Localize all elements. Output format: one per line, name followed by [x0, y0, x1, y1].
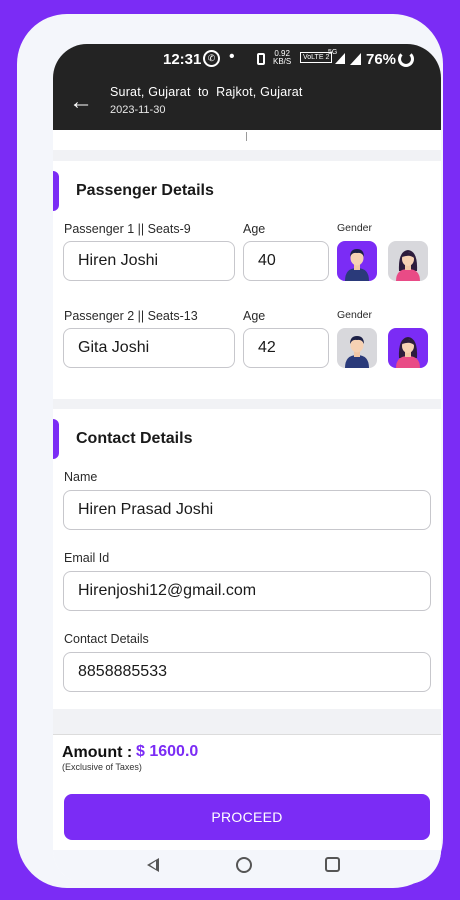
passenger-1-name-input[interactable]: Hiren Joshi — [63, 241, 235, 281]
passenger-details-card: Passenger Details Passenger 1 || Seats-9… — [53, 161, 441, 399]
passenger-1-male-button[interactable] — [337, 241, 377, 281]
tax-note: (Exclusive of Taxes) — [62, 762, 142, 772]
seat-strip — [53, 130, 441, 150]
circle-home-icon[interactable] — [236, 857, 252, 873]
email-input[interactable]: Hirenjoshi12@gmail.com — [63, 571, 431, 611]
contact-number-input[interactable]: 8858885533 — [63, 652, 431, 692]
device-frame: 12:31 ✆ • 0.92 KB/S VoLTE 2 5G 76% ← Sura… — [17, 14, 443, 888]
signal-icon — [335, 53, 345, 64]
battery-icon — [398, 51, 414, 67]
passenger-2-female-button[interactable] — [388, 328, 428, 368]
travel-date: 2023-11-30 — [110, 104, 166, 116]
status-time: 12:31 — [163, 51, 202, 68]
male-avatar-icon — [345, 249, 369, 281]
section-accent-bar — [53, 171, 59, 211]
passenger-1-female-button[interactable] — [388, 241, 428, 281]
female-avatar-icon — [396, 250, 420, 281]
amount-footer: Amount : $ 1600.0 (Exclusive of Taxes) P… — [53, 734, 441, 850]
section-accent-bar — [53, 419, 59, 459]
amount-value: $ 1600.0 — [136, 743, 199, 760]
system-nav-bar — [53, 850, 441, 884]
female-avatar-icon — [396, 337, 420, 368]
contact-name-input[interactable]: Hiren Prasad Joshi — [63, 490, 431, 530]
contact-number-label: Contact Details — [64, 632, 149, 646]
male-avatar-icon — [345, 336, 369, 368]
battery-percent: 76% — [366, 51, 397, 68]
app-bar: ← Surat, Gujarat to Rajkot, Gujarat 2023… — [53, 74, 441, 130]
net-speed: 0.92 KB/S — [273, 49, 292, 66]
contact-details-card: Contact Details Name Hiren Prasad Joshi … — [53, 409, 441, 709]
divider-tick — [246, 132, 247, 141]
email-label: Email Id — [64, 551, 110, 565]
passenger-2-label: Passenger 2 || Seats-13 — [64, 309, 198, 323]
passenger-2-male-button[interactable] — [337, 328, 377, 368]
vibrate-icon — [257, 53, 265, 65]
passenger-2-age-label: Age — [243, 309, 266, 323]
passenger-1-age-label: Age — [243, 222, 266, 236]
signal-icon-2 — [350, 53, 361, 65]
arrow-left-icon[interactable]: ← — [69, 88, 93, 116]
passenger-2-name-input[interactable]: Gita Joshi — [63, 328, 235, 368]
booking-form[interactable]: Passenger Details Passenger 1 || Seats-9… — [53, 130, 441, 820]
notification-dot: • — [229, 48, 235, 65]
route-title: Surat, Gujarat to Rajkot, Gujarat — [110, 85, 303, 99]
square-recent-icon[interactable] — [325, 857, 340, 872]
proceed-button[interactable]: PROCEED — [64, 794, 430, 840]
status-bar: 12:31 ✆ • 0.92 KB/S VoLTE 2 5G 76% — [53, 44, 441, 74]
passenger-1-label: Passenger 1 || Seats-9 — [64, 222, 191, 236]
triangle-back-icon[interactable] — [147, 858, 159, 872]
passenger-2-gender-label: Gender — [337, 309, 373, 321]
passenger-section-title: Passenger Details — [76, 182, 214, 199]
passenger-2-age-input[interactable]: 42 — [243, 328, 329, 368]
amount-label: Amount : — [62, 744, 133, 761]
whatsapp-icon: ✆ — [203, 50, 220, 67]
passenger-1-gender-label: Gender — [337, 222, 373, 234]
phone-screen: 12:31 ✆ • 0.92 KB/S VoLTE 2 5G 76% ← Sura… — [53, 44, 441, 884]
passenger-1-age-input[interactable]: 40 — [243, 241, 329, 281]
contact-section-title: Contact Details — [76, 430, 193, 447]
name-label: Name — [64, 470, 98, 484]
